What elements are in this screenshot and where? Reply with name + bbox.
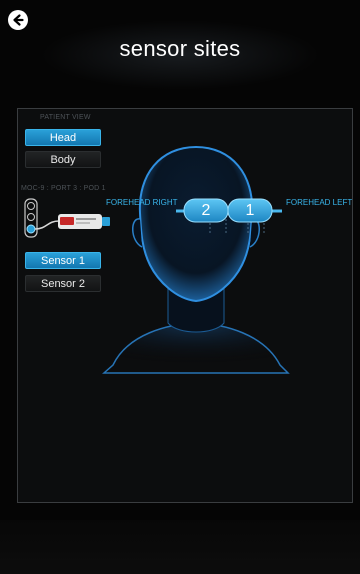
head-view-button[interactable]: Head: [25, 129, 101, 146]
sensor-pad-1-number[interactable]: 1: [228, 199, 272, 222]
page-title: sensor sites: [119, 36, 241, 61]
footer-area: [0, 520, 360, 574]
back-button[interactable]: [8, 10, 28, 30]
body-view-button[interactable]: Body: [25, 151, 101, 168]
patient-view-label: PATIENT VIEW: [40, 114, 91, 121]
sensor-1-button[interactable]: Sensor 1: [25, 252, 101, 269]
sensor-pad-2-number[interactable]: 2: [184, 199, 228, 222]
pod-connector-graphic: [24, 198, 110, 238]
arrow-left-icon: [13, 14, 24, 26]
forehead-right-label: FOREHEAD RIGHT: [106, 198, 178, 207]
sensor-2-button[interactable]: Sensor 2: [25, 275, 101, 292]
port-label: MOC-9 : PORT 3 : POD 1: [21, 185, 106, 192]
forehead-left-label: FOREHEAD LEFT: [286, 198, 353, 207]
sensor-panel: PATIENT VIEW Head Body MOC-9 : PORT 3 : …: [17, 108, 353, 503]
